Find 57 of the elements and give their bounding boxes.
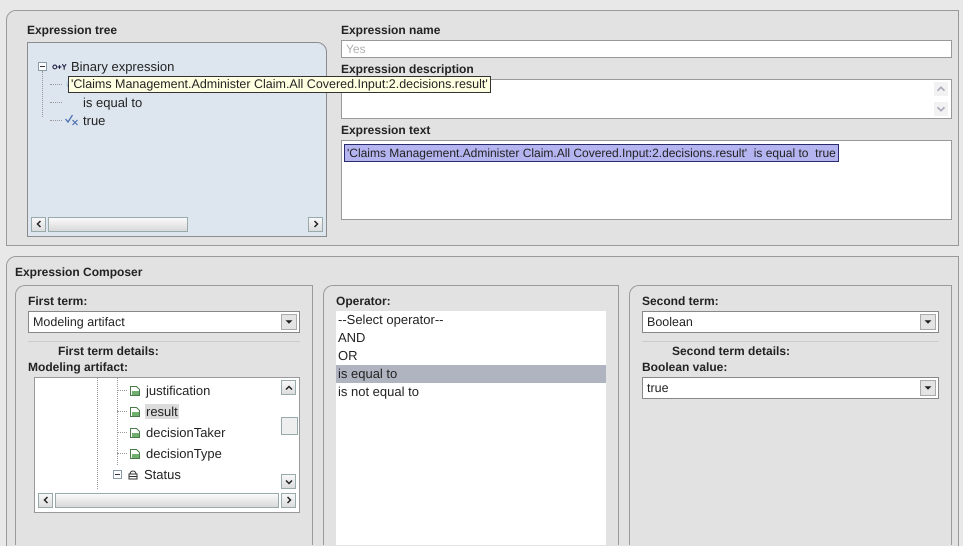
scrollbar-thumb[interactable] — [281, 417, 298, 435]
field-label: Second term: — [642, 294, 720, 308]
document-icon — [129, 426, 141, 438]
tree-item[interactable]: is equal to — [83, 94, 142, 110]
scroll-right-button[interactable] — [281, 492, 296, 508]
dropdown-arrow-icon — [281, 314, 297, 330]
tree-item[interactable]: Binary expression — [71, 58, 174, 74]
scroll-left-button[interactable] — [31, 216, 46, 232]
section-title: Expression Composer — [15, 265, 144, 279]
collapse-icon[interactable] — [38, 62, 47, 70]
scroll-up-button[interactable] — [281, 380, 296, 395]
chevron-left-icon — [34, 220, 42, 228]
section-title: Expression tree — [27, 23, 118, 37]
field-label: Expression text — [341, 123, 432, 137]
tree-item[interactable]: decisionTaker — [145, 425, 226, 440]
chevron-left-icon — [42, 496, 50, 504]
dropdown-arrow-icon — [920, 314, 936, 330]
collapse-icon[interactable] — [113, 470, 122, 479]
dropdown-arrow-icon — [920, 380, 936, 396]
field-label: Expression description — [341, 62, 475, 76]
chevron-up-icon — [284, 384, 292, 392]
value-dropdown[interactable]: true — [642, 377, 939, 399]
tree-item[interactable]: decisionType — [145, 446, 223, 461]
tooltip: 'Claims Management.Administer Claim.All Covered.Input:2.decisions.result' — [68, 76, 491, 93]
scrollbar-thumb[interactable] — [55, 492, 279, 508]
chevron-right-icon — [312, 220, 320, 228]
list-item[interactable]: is equal to — [336, 365, 606, 383]
scroll-left-button[interactable] — [38, 492, 53, 508]
group-title: Second term details: — [671, 344, 790, 358]
second-term-dropdown[interactable]: Boolean — [642, 311, 939, 333]
scrollbar-thumb[interactable] — [48, 216, 188, 232]
check-icon — [64, 114, 79, 126]
container-icon — [127, 468, 139, 480]
document-icon — [129, 448, 141, 460]
scroll-right-button[interactable] — [308, 216, 323, 232]
list-item[interactable]: --Select operator-- — [336, 311, 606, 329]
document-icon — [129, 384, 141, 396]
tree-item[interactable]: justification — [145, 383, 212, 398]
first-term-dropdown[interactable]: Modeling artifact — [28, 311, 300, 333]
tree-item[interactable]: true — [83, 112, 106, 128]
field-label: First term: — [28, 294, 88, 308]
tree-item[interactable]: result — [145, 404, 179, 419]
expression-text-field[interactable]: 'Claims Management.Administer Claim.All Covered.Input:2.decisions.result' is equal to true — [341, 140, 952, 220]
field-label: Modeling artifact: — [28, 360, 130, 374]
list-item[interactable]: is not equal to — [336, 383, 606, 401]
list-item[interactable]: OR — [336, 347, 606, 365]
list-item[interactable]: AND — [336, 329, 606, 347]
tree-item[interactable]: Status — [143, 467, 182, 482]
group-title: First term details: — [57, 344, 159, 358]
chevron-right-icon — [284, 496, 292, 504]
field-label: Boolean value: — [642, 360, 728, 374]
document-icon — [129, 406, 141, 418]
name-field[interactable]: Yes — [341, 40, 952, 58]
field-label: Operator: — [336, 294, 392, 308]
chevron-down-icon — [284, 478, 292, 486]
scroll-down-button[interactable] — [281, 474, 296, 489]
field-label: Expression name — [341, 23, 442, 37]
